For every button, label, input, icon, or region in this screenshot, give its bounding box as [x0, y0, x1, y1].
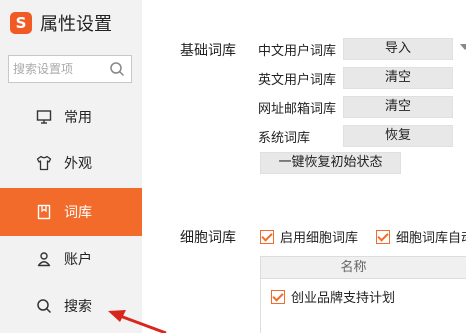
- checkbox-checked-icon[interactable]: [271, 289, 285, 304]
- sidebar-item-account[interactable]: 账户: [0, 236, 142, 282]
- lexicon-row-label: 英文用户词库: [258, 73, 337, 88]
- import-button[interactable]: 导入: [343, 38, 453, 60]
- sidebar-item-label: 词库: [64, 205, 92, 221]
- sidebar-item-lexicon[interactable]: 词库: [0, 188, 142, 236]
- enable-cell-lexicon-checkbox[interactable]: 启用细胞词库: [260, 227, 358, 246]
- sidebar-item-common[interactable]: 常用: [0, 94, 142, 140]
- search-icon: [36, 298, 52, 314]
- table-header-name: 名称: [261, 257, 466, 279]
- lexicon-row-label: 网址邮箱词库: [258, 102, 337, 117]
- tshirt-icon: [36, 155, 52, 171]
- user-icon: [36, 251, 52, 267]
- sidebar: S 属性设置 常用 外观 词库 账户 搜: [0, 0, 142, 333]
- sidebar-item-appearance[interactable]: 外观: [0, 140, 142, 186]
- sidebar-item-label: 常用: [64, 110, 92, 126]
- clear-english-button[interactable]: 清空: [343, 67, 453, 89]
- checkbox-checked-icon[interactable]: [376, 229, 390, 244]
- monitor-icon: [36, 109, 52, 125]
- settings-search-input[interactable]: [9, 62, 105, 76]
- cell-lexicon-label: 细胞词库: [180, 230, 236, 246]
- cell-lexicon-table: 名称 创业品牌支持计划: [260, 256, 466, 333]
- lexicon-row-label: 系统词库: [258, 131, 311, 146]
- lexicon-row-label: 中文用户词库: [258, 44, 337, 59]
- clear-url-email-button[interactable]: 清空: [343, 96, 453, 118]
- window-title: 属性设置: [40, 14, 112, 35]
- sidebar-item-label: 搜索: [64, 299, 92, 315]
- basic-lexicon-label: 基础词库: [180, 43, 236, 59]
- reset-all-button[interactable]: 一键恢复初始状态: [260, 152, 401, 174]
- settings-search-box[interactable]: [8, 55, 132, 83]
- table-row[interactable]: 创业品牌支持计划: [271, 287, 395, 306]
- sogou-logo-icon: S: [10, 12, 32, 34]
- sidebar-item-search[interactable]: 搜索: [0, 283, 142, 329]
- checkbox-checked-icon[interactable]: [260, 229, 274, 244]
- auto-update-cell-lexicon-checkbox[interactable]: 细胞词库自动: [376, 227, 466, 246]
- settings-panel: 基础词库 中文用户词库 导入 英文用户词库 清空 网址邮箱词库 清空 系统词库 …: [142, 0, 466, 333]
- sidebar-item-label: 外观: [64, 156, 92, 172]
- sidebar-item-label: 账户: [64, 252, 92, 268]
- restore-system-button[interactable]: 恢复: [343, 125, 453, 147]
- app-title: S 属性设置: [10, 10, 112, 36]
- dropdown-arrow-icon[interactable]: [460, 44, 466, 50]
- book-icon: [36, 204, 52, 220]
- search-icon[interactable]: [109, 61, 125, 77]
